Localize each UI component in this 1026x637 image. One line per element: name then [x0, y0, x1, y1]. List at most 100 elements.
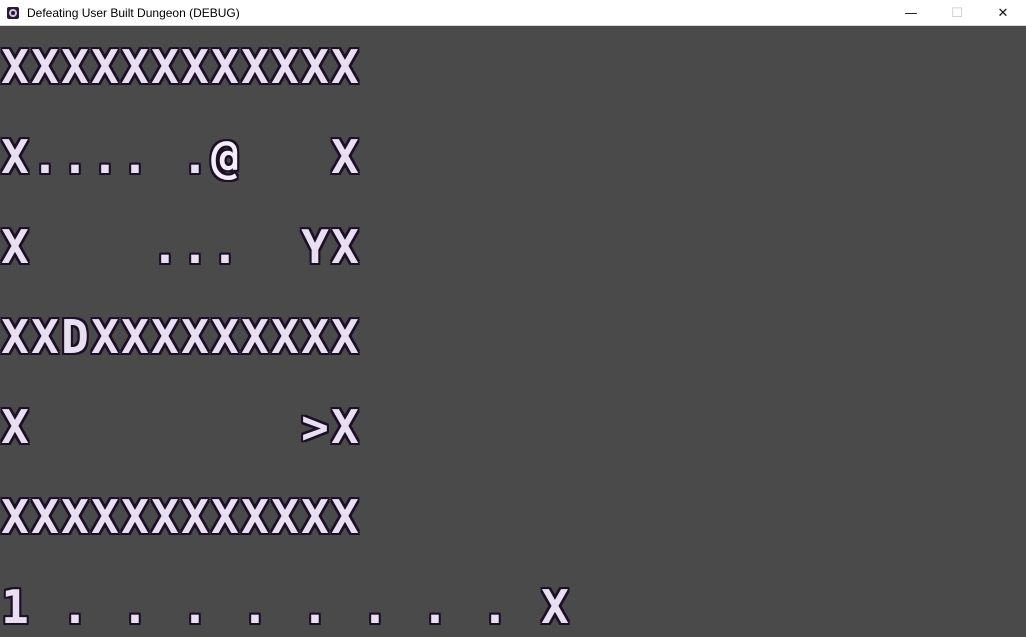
wall-tile: X [301, 310, 329, 364]
empty-tile [150, 403, 180, 451]
empty-tile [210, 583, 240, 631]
wall-tile: X [91, 40, 119, 94]
empty-tile [210, 403, 240, 451]
empty-tile [90, 223, 120, 271]
wall-tile: X [241, 490, 269, 544]
map-row: X ... YXX ... YX [0, 217, 360, 277]
wall-tile: X [121, 40, 149, 94]
empty-tile [270, 133, 300, 181]
empty-tile [270, 403, 300, 451]
wall-tile: X [1, 130, 29, 184]
empty-tile [180, 403, 210, 451]
wall-tile: X [211, 310, 239, 364]
wall-tile: X [61, 490, 89, 544]
app-icon [5, 5, 21, 21]
floor-tile: . [181, 220, 209, 274]
dungeon-map[interactable]: XXXXXXXXXXXXXXXXXXXXXXXXX.... .@ XX.... … [0, 27, 1026, 631]
wall-tile: X [151, 40, 179, 94]
wall-tile: X [331, 310, 359, 364]
floor-tile: . [211, 220, 239, 274]
wall-tile: X [271, 490, 299, 544]
empty-tile [240, 223, 270, 271]
maximize-button[interactable]: ☐ [934, 0, 980, 26]
wall-tile: X [31, 310, 59, 364]
wall-tile: X [211, 490, 239, 544]
floor-tile: . [421, 580, 449, 634]
wall-tile: X [91, 310, 119, 364]
map-row: XXXXXXXXXXXXXXXXXXXXXXXX [0, 37, 360, 97]
empty-tile [240, 403, 270, 451]
wall-tile: X [151, 490, 179, 544]
empty-tile [330, 583, 360, 631]
wall-tile: X [1, 40, 29, 94]
empty-tile [150, 583, 180, 631]
empty-tile [60, 403, 90, 451]
close-button[interactable]: ✕ [980, 0, 1026, 26]
empty-tile [60, 223, 90, 271]
wall-tile: X [151, 310, 179, 364]
floor-tile: . [121, 580, 149, 634]
wall-tile: X [1, 220, 29, 274]
wall-tile: X [181, 40, 209, 94]
minimize-icon: — [904, 5, 918, 21]
wall-tile: X [241, 310, 269, 364]
wall-tile: X [31, 490, 59, 544]
floor-tile: . [361, 580, 389, 634]
stairs-tile: > [301, 400, 329, 454]
empty-tile [30, 583, 60, 631]
empty-tile [120, 403, 150, 451]
floor-tile: . [61, 580, 89, 634]
wall-tile: X [181, 310, 209, 364]
floor-tile: . [181, 580, 209, 634]
floor-tile: . [61, 130, 89, 184]
empty-tile [90, 583, 120, 631]
wall-tile: X [91, 490, 119, 544]
title-bar[interactable]: Defeating User Built Dungeon (DEBUG) — ☐… [0, 0, 1026, 26]
wall-tile: X [331, 400, 359, 454]
wall-tile: X [271, 40, 299, 94]
empty-tile [90, 403, 120, 451]
wall-tile: X [1, 310, 29, 364]
empty-tile [300, 133, 330, 181]
floor-tile: . [151, 220, 179, 274]
player-tile: @ [211, 130, 239, 184]
wall-tile: X [181, 490, 209, 544]
item-tile: Y [301, 220, 329, 274]
wall-tile: X [121, 310, 149, 364]
door-tile: D [61, 310, 89, 364]
empty-tile [270, 223, 300, 271]
wall-tile: X [271, 310, 299, 364]
wall-tile: X [31, 40, 59, 94]
close-icon: ✕ [997, 5, 1009, 21]
floor-tile: . [91, 130, 119, 184]
map-row: X.... .@ XX.... .@ X [0, 127, 360, 187]
empty-tile [150, 133, 180, 181]
floor-tile: . [241, 580, 269, 634]
number-tile: 1 [1, 580, 29, 634]
map-row: XXXXXXXXXXXXXXXXXXXXXXXX [0, 487, 360, 547]
floor-tile: . [121, 130, 149, 184]
floor-tile: . [181, 130, 209, 184]
wall-tile: X [331, 130, 359, 184]
floor-tile: . [301, 580, 329, 634]
minimize-button[interactable]: — [888, 0, 934, 26]
wall-tile: X [241, 40, 269, 94]
wall-tile: X [211, 40, 239, 94]
wall-tile: X [1, 490, 29, 544]
map-row: 1 . . . . . . . . X1 . . . . . . . . X [0, 577, 570, 637]
wall-tile: X [301, 40, 329, 94]
floor-tile: . [31, 130, 59, 184]
empty-tile [30, 403, 60, 451]
empty-tile [390, 583, 420, 631]
map-row: XXDXXXXXXXXXXXDXXXXXXXXX [0, 307, 360, 367]
empty-tile [270, 583, 300, 631]
empty-tile [30, 223, 60, 271]
wall-tile: X [331, 490, 359, 544]
empty-tile [120, 223, 150, 271]
map-row: X >XX >X [0, 397, 360, 457]
wall-tile: X [331, 40, 359, 94]
wall-tile: X [1, 400, 29, 454]
empty-tile [510, 583, 540, 631]
wall-tile: X [61, 40, 89, 94]
empty-tile [240, 133, 270, 181]
